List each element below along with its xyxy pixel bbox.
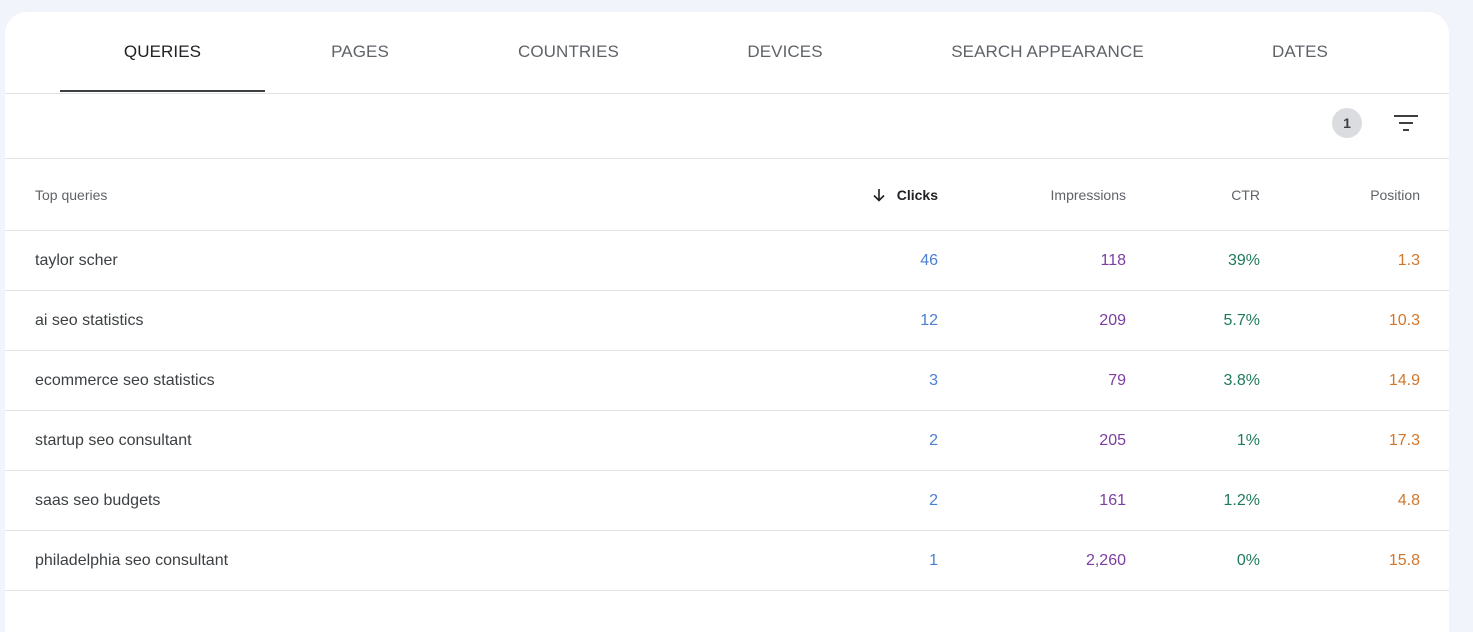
impressions-cell: 118: [1100, 251, 1126, 269]
query-cell: taylor scher: [35, 251, 118, 269]
query-cell: startup seo consultant: [35, 431, 192, 449]
table-row[interactable]: ecommerce seo statistics 3 79 3.8% 14.9: [5, 351, 1449, 411]
position-cell: 1.3: [1397, 251, 1420, 269]
tab-search-appearance[interactable]: SEARCH APPEARANCE: [930, 12, 1165, 92]
clicks-cell: 2: [929, 491, 938, 509]
clicks-cell: 46: [920, 251, 938, 269]
ctr-cell: 0%: [1236, 551, 1260, 569]
filter-count-badge[interactable]: 1: [1332, 108, 1362, 138]
position-cell: 17.3: [1388, 431, 1420, 449]
query-cell: philadelphia seo consultant: [35, 551, 229, 569]
tab-pages[interactable]: PAGES: [295, 12, 425, 92]
clicks-cell: 12: [920, 311, 938, 329]
table-row[interactable]: taylor scher 46 118 39% 1.3: [5, 231, 1449, 291]
ctr-cell: 1%: [1236, 431, 1260, 449]
position-cell: 4.8: [1397, 491, 1420, 509]
clicks-cell: 3: [929, 371, 938, 389]
report-tabs: QUERIES PAGES COUNTRIES DEVICES SEARCH A…: [5, 12, 1449, 94]
query-cell: saas seo budgets: [35, 491, 161, 509]
ctr-cell: 3.8%: [1223, 371, 1260, 389]
header-top-queries[interactable]: Top queries: [35, 159, 107, 230]
position-cell: 10.3: [1388, 311, 1420, 329]
header-clicks[interactable]: Clicks: [871, 159, 938, 230]
header-impressions[interactable]: Impressions: [1051, 159, 1126, 230]
header-position[interactable]: Position: [1370, 159, 1420, 230]
impressions-cell: 209: [1099, 311, 1126, 329]
tab-countries[interactable]: COUNTRIES: [491, 12, 646, 92]
filter-list-icon[interactable]: [1393, 111, 1419, 135]
arrow-down-icon: [873, 188, 885, 202]
header-clicks-label: Clicks: [896, 186, 938, 203]
ctr-cell: 39%: [1227, 251, 1260, 269]
table-row[interactable]: startup seo consultant 2 205 1% 17.3: [5, 411, 1449, 471]
clicks-cell: 2: [929, 431, 938, 449]
table-row[interactable]: ai seo statistics 12 209 5.7% 10.3: [5, 291, 1449, 351]
impressions-cell: 205: [1099, 431, 1126, 449]
tab-dates[interactable]: DATES: [1235, 12, 1365, 92]
impressions-cell: 79: [1108, 371, 1126, 389]
position-cell: 15.8: [1388, 551, 1420, 569]
impressions-cell: 161: [1099, 491, 1126, 509]
ctr-cell: 5.7%: [1223, 311, 1260, 329]
tab-queries[interactable]: QUERIES: [60, 12, 265, 92]
tab-devices[interactable]: DEVICES: [720, 12, 850, 92]
impressions-cell: 2,260: [1085, 551, 1126, 569]
query-cell: ai seo statistics: [35, 311, 144, 329]
active-tab-indicator: [60, 90, 265, 92]
position-cell: 14.9: [1388, 371, 1420, 389]
query-cell: ecommerce seo statistics: [35, 371, 215, 389]
clicks-cell: 1: [929, 551, 938, 569]
table-row[interactable]: philadelphia seo consultant 1 2,260 0% 1…: [5, 531, 1449, 591]
performance-card: QUERIES PAGES COUNTRIES DEVICES SEARCH A…: [5, 12, 1449, 632]
table-toolbar: 1: [5, 94, 1449, 159]
table-header: Top queries Clicks Impressions CTR Posit…: [5, 159, 1449, 231]
table-row[interactable]: saas seo budgets 2 161 1.2% 4.8: [5, 471, 1449, 531]
ctr-cell: 1.2%: [1223, 491, 1260, 509]
header-ctr[interactable]: CTR: [1231, 159, 1260, 230]
